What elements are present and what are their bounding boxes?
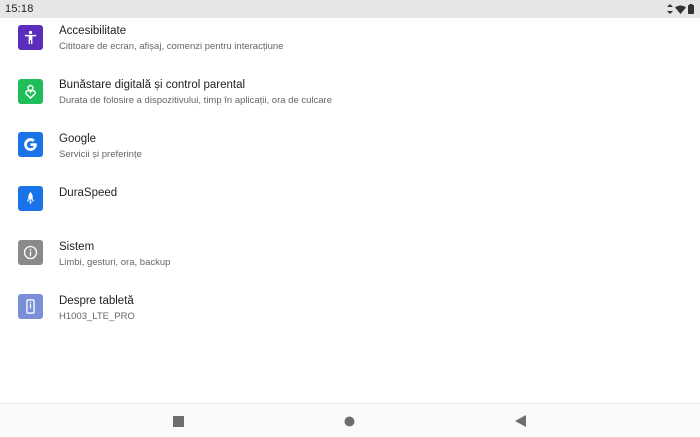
home-circle-icon[interactable]	[342, 414, 356, 428]
info-icon	[18, 240, 43, 265]
settings-item-accessibility[interactable]: Accesibilitate Cititoare de ecran, afișa…	[0, 24, 700, 64]
item-title: Accesibilitate	[59, 25, 127, 37]
item-subtitle: Cititoare de ecran, afișaj, comenzi pent…	[59, 41, 284, 52]
settings-item-system[interactable]: Sistem Limbi, gesturi, ora, backup	[0, 240, 700, 280]
status-bar: 15:18	[0, 0, 700, 18]
item-title: Sistem	[59, 241, 95, 253]
item-title: Despre tabletă	[59, 295, 134, 307]
data-arrows-icon	[667, 4, 673, 14]
item-title: Bunăstare digitală și control parental	[59, 79, 246, 91]
navigation-bar	[0, 403, 700, 437]
recents-square-icon[interactable]	[171, 414, 185, 428]
rocket-icon	[18, 186, 43, 211]
item-title: DuraSpeed	[59, 187, 118, 199]
back-triangle-icon[interactable]	[513, 414, 527, 428]
accessibility-icon	[18, 25, 43, 50]
settings-item-about-tablet[interactable]: Despre tabletă H1003_LTE_PRO	[0, 294, 700, 334]
item-subtitle: Durata de folosire a dispozitivului, tim…	[59, 95, 332, 106]
item-title: Google	[59, 133, 97, 145]
google-icon	[18, 132, 43, 157]
digital-wellbeing-icon	[18, 79, 43, 104]
status-icons	[667, 4, 694, 14]
status-time: 15:18	[5, 3, 34, 15]
settings-item-google[interactable]: Google Servicii și preferințe	[0, 132, 700, 172]
settings-item-duraspeed[interactable]: DuraSpeed	[0, 186, 700, 226]
battery-icon	[688, 4, 694, 14]
item-subtitle: Limbi, gesturi, ora, backup	[59, 257, 171, 268]
wifi-icon	[675, 5, 686, 14]
tablet-icon	[18, 294, 43, 319]
settings-item-digital-wellbeing[interactable]: Bunăstare digitală și control parental D…	[0, 78, 700, 118]
item-subtitle: H1003_LTE_PRO	[59, 311, 135, 322]
item-subtitle: Servicii și preferințe	[59, 149, 142, 160]
